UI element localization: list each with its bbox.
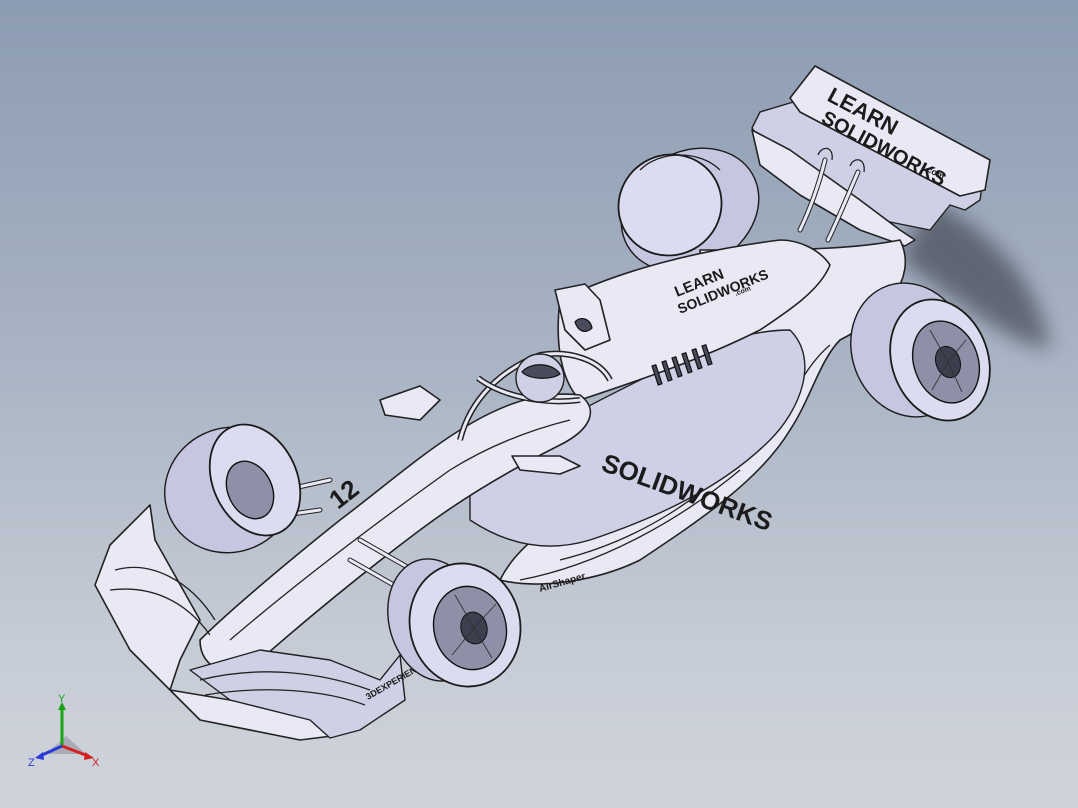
reference-triad[interactable]: Y X Z [26,694,106,774]
f1-car-model[interactable]: LEARN SOLIDWORKS .com SOLIDWORKS LEARN S… [0,0,1078,808]
graphics-viewport[interactable]: LEARN SOLIDWORKS .com SOLIDWORKS LEARN S… [0,0,1078,808]
triad-y-label: Y [58,694,66,705]
left-mirror [379,385,441,421]
triad-x-label: X [92,757,100,769]
triad-z-label: Z [28,757,35,769]
front-left-wheel[interactable] [144,406,318,574]
chassis[interactable]: SOLIDWORKS LEARN SOLIDWORKS .com 12 AirS… [199,239,906,672]
